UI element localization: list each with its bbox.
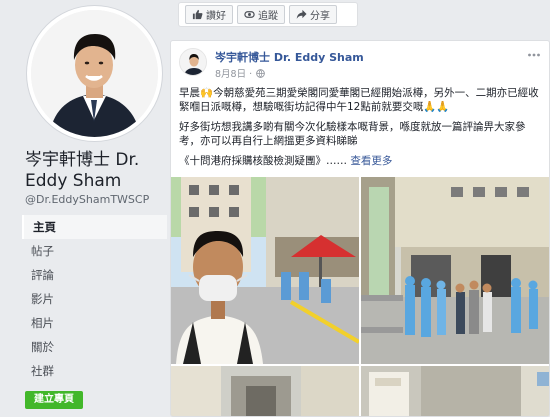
sidebar-item-reviews[interactable]: 評論: [22, 263, 167, 287]
page-handle[interactable]: @Dr.EddyShamTWSCP: [25, 193, 149, 206]
profile-picture-frame[interactable]: [27, 6, 162, 141]
notice-photo-image: [361, 366, 549, 416]
sidebar-item-community[interactable]: 社群: [22, 359, 167, 383]
like-icon: [192, 9, 203, 20]
sidebar-item-videos[interactable]: 影片: [22, 287, 167, 311]
see-more-link[interactable]: 查看更多: [350, 155, 392, 167]
profile-picture[interactable]: [31, 10, 158, 137]
sidebar-item-home[interactable]: 主頁: [22, 215, 167, 239]
share-icon: [296, 9, 307, 19]
more-icon[interactable]: [527, 51, 541, 59]
post-author-name[interactable]: 岑宇軒博士 Dr. Eddy Sham: [215, 49, 364, 65]
post-photo[interactable]: [171, 177, 359, 364]
post-link-line: 《十問港府採購核酸檢測疑團》…… 查看更多: [179, 154, 544, 168]
post-author-avatar[interactable]: [179, 48, 207, 76]
profile-photo-image: [31, 10, 158, 137]
post-photo[interactable]: [361, 177, 549, 364]
corridor-photo-image: [171, 366, 359, 416]
post-body: 早晨🙌今朝慈愛苑三期愛榮閣同愛華閣已經開始派樽，另外一、二期亦已經收緊嗰日派嘅樽…: [179, 86, 544, 174]
article-title: 《十問港府採購核酸檢測疑團》……: [179, 155, 347, 167]
queue-photo-image: [361, 177, 549, 364]
like-label: 讚好: [206, 11, 226, 22]
sidebar-item-about[interactable]: 關於: [22, 335, 167, 359]
follow-label: 追蹤: [258, 11, 278, 22]
post-photo[interactable]: [171, 366, 359, 416]
sidebar-nav: 主頁 帖子 評論 影片 相片 關於 社群: [22, 215, 167, 383]
follow-icon: [244, 11, 255, 18]
sidebar-item-posts[interactable]: 帖子: [22, 239, 167, 263]
create-page-button[interactable]: 建立專頁: [25, 391, 83, 409]
share-label: 分享: [310, 11, 330, 22]
page-title[interactable]: 岑宇軒博士 Dr. Eddy Sham: [25, 150, 165, 192]
page-action-bar: 讚好 追蹤 分享: [178, 2, 358, 27]
post-timestamp[interactable]: 8月8日 ·: [215, 66, 265, 80]
globe-icon: [256, 68, 265, 78]
selfie-photo-image: [171, 177, 359, 364]
author-avatar-image: [180, 49, 206, 75]
post-card: 岑宇軒博士 Dr. Eddy Sham 8月8日 · 早晨🙌今朝慈愛苑三期愛榮閣…: [170, 40, 550, 417]
post-paragraph: 好多街坊想我講多啲有關今次化驗樣本嘅背景，喺度就放一篇評論畀大家參考，亦可以再自…: [179, 121, 526, 147]
post-paragraph: 早晨🙌今朝慈愛苑三期愛榮閣同愛華閣已經開始派樽，另外一、二期亦已經收緊嗰日派嘅樽…: [179, 87, 539, 113]
share-button[interactable]: 分享: [289, 5, 337, 24]
follow-button[interactable]: 追蹤: [237, 5, 285, 24]
page-sidebar: 岑宇軒博士 Dr. Eddy Sham @Dr.EddyShamTWSCP 主頁…: [0, 0, 168, 417]
post-photo[interactable]: [361, 366, 549, 416]
like-button[interactable]: 讚好: [185, 5, 233, 24]
post-photo-grid: [171, 177, 549, 416]
sidebar-item-photos[interactable]: 相片: [22, 311, 167, 335]
post-date-label: 8月8日 ·: [215, 69, 253, 80]
